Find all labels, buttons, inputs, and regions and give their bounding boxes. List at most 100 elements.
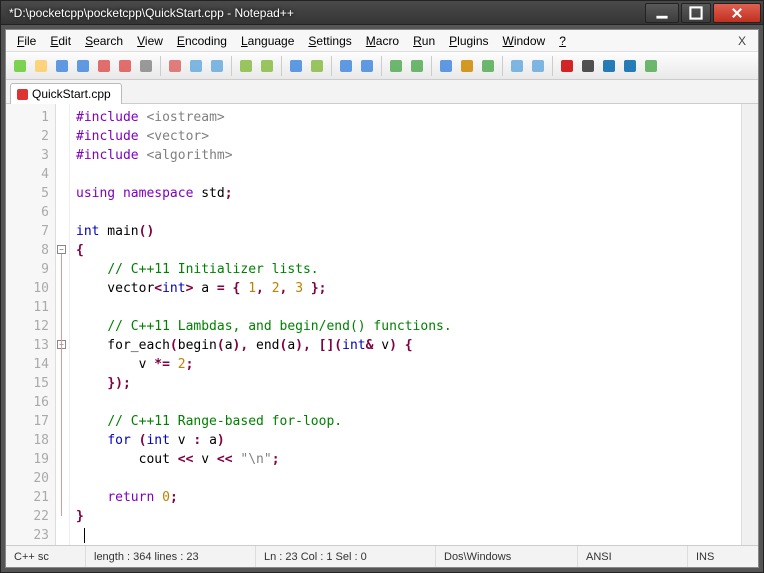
menu-encoding[interactable]: Encoding bbox=[170, 32, 234, 50]
toolbar-zoom-in-button[interactable] bbox=[336, 56, 356, 76]
code-line: return 0; bbox=[76, 488, 741, 507]
code-line bbox=[76, 526, 741, 545]
app-window: *D:\pocketcpp\pocketcpp\QuickStart.cpp -… bbox=[0, 0, 764, 573]
titlebar[interactable]: *D:\pocketcpp\pocketcpp\QuickStart.cpp -… bbox=[1, 1, 763, 25]
toolbar-separator bbox=[381, 56, 382, 76]
code-line: cout << v << "\n"; bbox=[76, 450, 741, 469]
line-number: 14 bbox=[6, 355, 49, 374]
line-number: 16 bbox=[6, 393, 49, 412]
toolbar-redo-button[interactable] bbox=[257, 56, 277, 76]
toolbar-print-button[interactable] bbox=[136, 56, 156, 76]
toolbar-indent-button[interactable] bbox=[478, 56, 498, 76]
modified-file-icon bbox=[17, 89, 28, 100]
line-number: 19 bbox=[6, 450, 49, 469]
status-length: length : 364 lines : 23 bbox=[86, 546, 256, 567]
vertical-scrollbar[interactable] bbox=[741, 104, 758, 545]
line-number: 10 bbox=[6, 279, 49, 298]
secondary-close-button[interactable]: X bbox=[730, 34, 754, 48]
code-line: { bbox=[76, 241, 741, 260]
close-button[interactable] bbox=[713, 3, 761, 23]
code-line: }); bbox=[76, 374, 741, 393]
toolbar-separator bbox=[552, 56, 553, 76]
line-number: 17 bbox=[6, 412, 49, 431]
toolbar-play-multi-button[interactable] bbox=[620, 56, 640, 76]
code-line: for_each(begin(a), end(a), [](int& v) { bbox=[76, 336, 741, 355]
menu-language[interactable]: Language bbox=[234, 32, 301, 50]
line-number-gutter[interactable]: 1234567891011121314151617181920212223 bbox=[6, 104, 56, 545]
code-line bbox=[76, 469, 741, 488]
line-number: 22 bbox=[6, 507, 49, 526]
code-line: using namespace std; bbox=[76, 184, 741, 203]
code-line: #include <vector> bbox=[76, 127, 741, 146]
menu-plugins[interactable]: Plugins bbox=[442, 32, 495, 50]
toolbar-undo-button[interactable] bbox=[236, 56, 256, 76]
line-number: 21 bbox=[6, 488, 49, 507]
toolbar-save-button[interactable] bbox=[52, 56, 72, 76]
toolbar-all-chars-button[interactable] bbox=[457, 56, 477, 76]
code-area[interactable]: #include <iostream>#include <vector>#inc… bbox=[70, 104, 741, 545]
menu-search[interactable]: Search bbox=[78, 32, 130, 50]
toolbar-copy-button[interactable] bbox=[186, 56, 206, 76]
status-position: Ln : 23 Col : 1 Sel : 0 bbox=[256, 546, 436, 567]
menu-help[interactable]: ? bbox=[552, 32, 573, 50]
line-number: 7 bbox=[6, 222, 49, 241]
code-line: // C++11 Range-based for-loop. bbox=[76, 412, 741, 431]
toolbar-wrap-button[interactable] bbox=[436, 56, 456, 76]
toolbar-close-button[interactable] bbox=[94, 56, 114, 76]
menu-settings[interactable]: Settings bbox=[301, 32, 358, 50]
code-line: v *= 2; bbox=[76, 355, 741, 374]
toolbar-open-button[interactable] bbox=[31, 56, 51, 76]
menu-macro[interactable]: Macro bbox=[359, 32, 406, 50]
line-number: 18 bbox=[6, 431, 49, 450]
toolbar-replace-button[interactable] bbox=[307, 56, 327, 76]
line-number: 4 bbox=[6, 165, 49, 184]
minimize-button[interactable] bbox=[645, 3, 679, 23]
client-area: FileEditSearchViewEncodingLanguageSettin… bbox=[5, 29, 759, 568]
fold-toggle-icon[interactable]: − bbox=[57, 245, 66, 254]
menu-window[interactable]: Window bbox=[496, 32, 553, 50]
tab-label: QuickStart.cpp bbox=[32, 87, 111, 101]
tab-bar: QuickStart.cpp bbox=[6, 80, 758, 104]
editor: 1234567891011121314151617181920212223 −−… bbox=[6, 104, 758, 545]
text-caret bbox=[84, 528, 85, 543]
line-number: 8 bbox=[6, 241, 49, 260]
toolbar-sync-v-button[interactable] bbox=[386, 56, 406, 76]
toolbar-play-button[interactable] bbox=[599, 56, 619, 76]
line-number: 23 bbox=[6, 526, 49, 545]
toolbar-zoom-out-button[interactable] bbox=[357, 56, 377, 76]
menu-bar: FileEditSearchViewEncodingLanguageSettin… bbox=[6, 30, 758, 52]
toolbar-rec-button[interactable] bbox=[557, 56, 577, 76]
code-line: #include <algorithm> bbox=[76, 146, 741, 165]
code-line: vector<int> a = { 1, 2, 3 }; bbox=[76, 279, 741, 298]
toolbar-save-macro-button[interactable] bbox=[641, 56, 661, 76]
line-number: 11 bbox=[6, 298, 49, 317]
line-number: 3 bbox=[6, 146, 49, 165]
status-encoding: ANSI bbox=[578, 546, 688, 567]
toolbar-unfold-button[interactable] bbox=[528, 56, 548, 76]
code-line bbox=[76, 298, 741, 317]
toolbar bbox=[6, 52, 758, 80]
toolbar-close-all-button[interactable] bbox=[115, 56, 135, 76]
toolbar-find-button[interactable] bbox=[286, 56, 306, 76]
toolbar-paste-button[interactable] bbox=[207, 56, 227, 76]
maximize-button[interactable] bbox=[681, 3, 711, 23]
toolbar-cut-button[interactable] bbox=[165, 56, 185, 76]
menu-edit[interactable]: Edit bbox=[43, 32, 78, 50]
line-number: 6 bbox=[6, 203, 49, 222]
menu-view[interactable]: View bbox=[130, 32, 170, 50]
menu-file[interactable]: File bbox=[10, 32, 43, 50]
status-eol: Dos\Windows bbox=[436, 546, 578, 567]
fold-column[interactable]: −− bbox=[56, 104, 70, 545]
toolbar-fold-region-button[interactable] bbox=[507, 56, 527, 76]
toolbar-separator bbox=[281, 56, 282, 76]
toolbar-new-button[interactable] bbox=[10, 56, 30, 76]
line-number: 5 bbox=[6, 184, 49, 203]
line-number: 12 bbox=[6, 317, 49, 336]
code-line: } bbox=[76, 507, 741, 526]
line-number: 15 bbox=[6, 374, 49, 393]
menu-run[interactable]: Run bbox=[406, 32, 442, 50]
toolbar-sync-h-button[interactable] bbox=[407, 56, 427, 76]
tab-quickstart[interactable]: QuickStart.cpp bbox=[10, 83, 122, 104]
toolbar-save-all-button[interactable] bbox=[73, 56, 93, 76]
toolbar-stop-button[interactable] bbox=[578, 56, 598, 76]
